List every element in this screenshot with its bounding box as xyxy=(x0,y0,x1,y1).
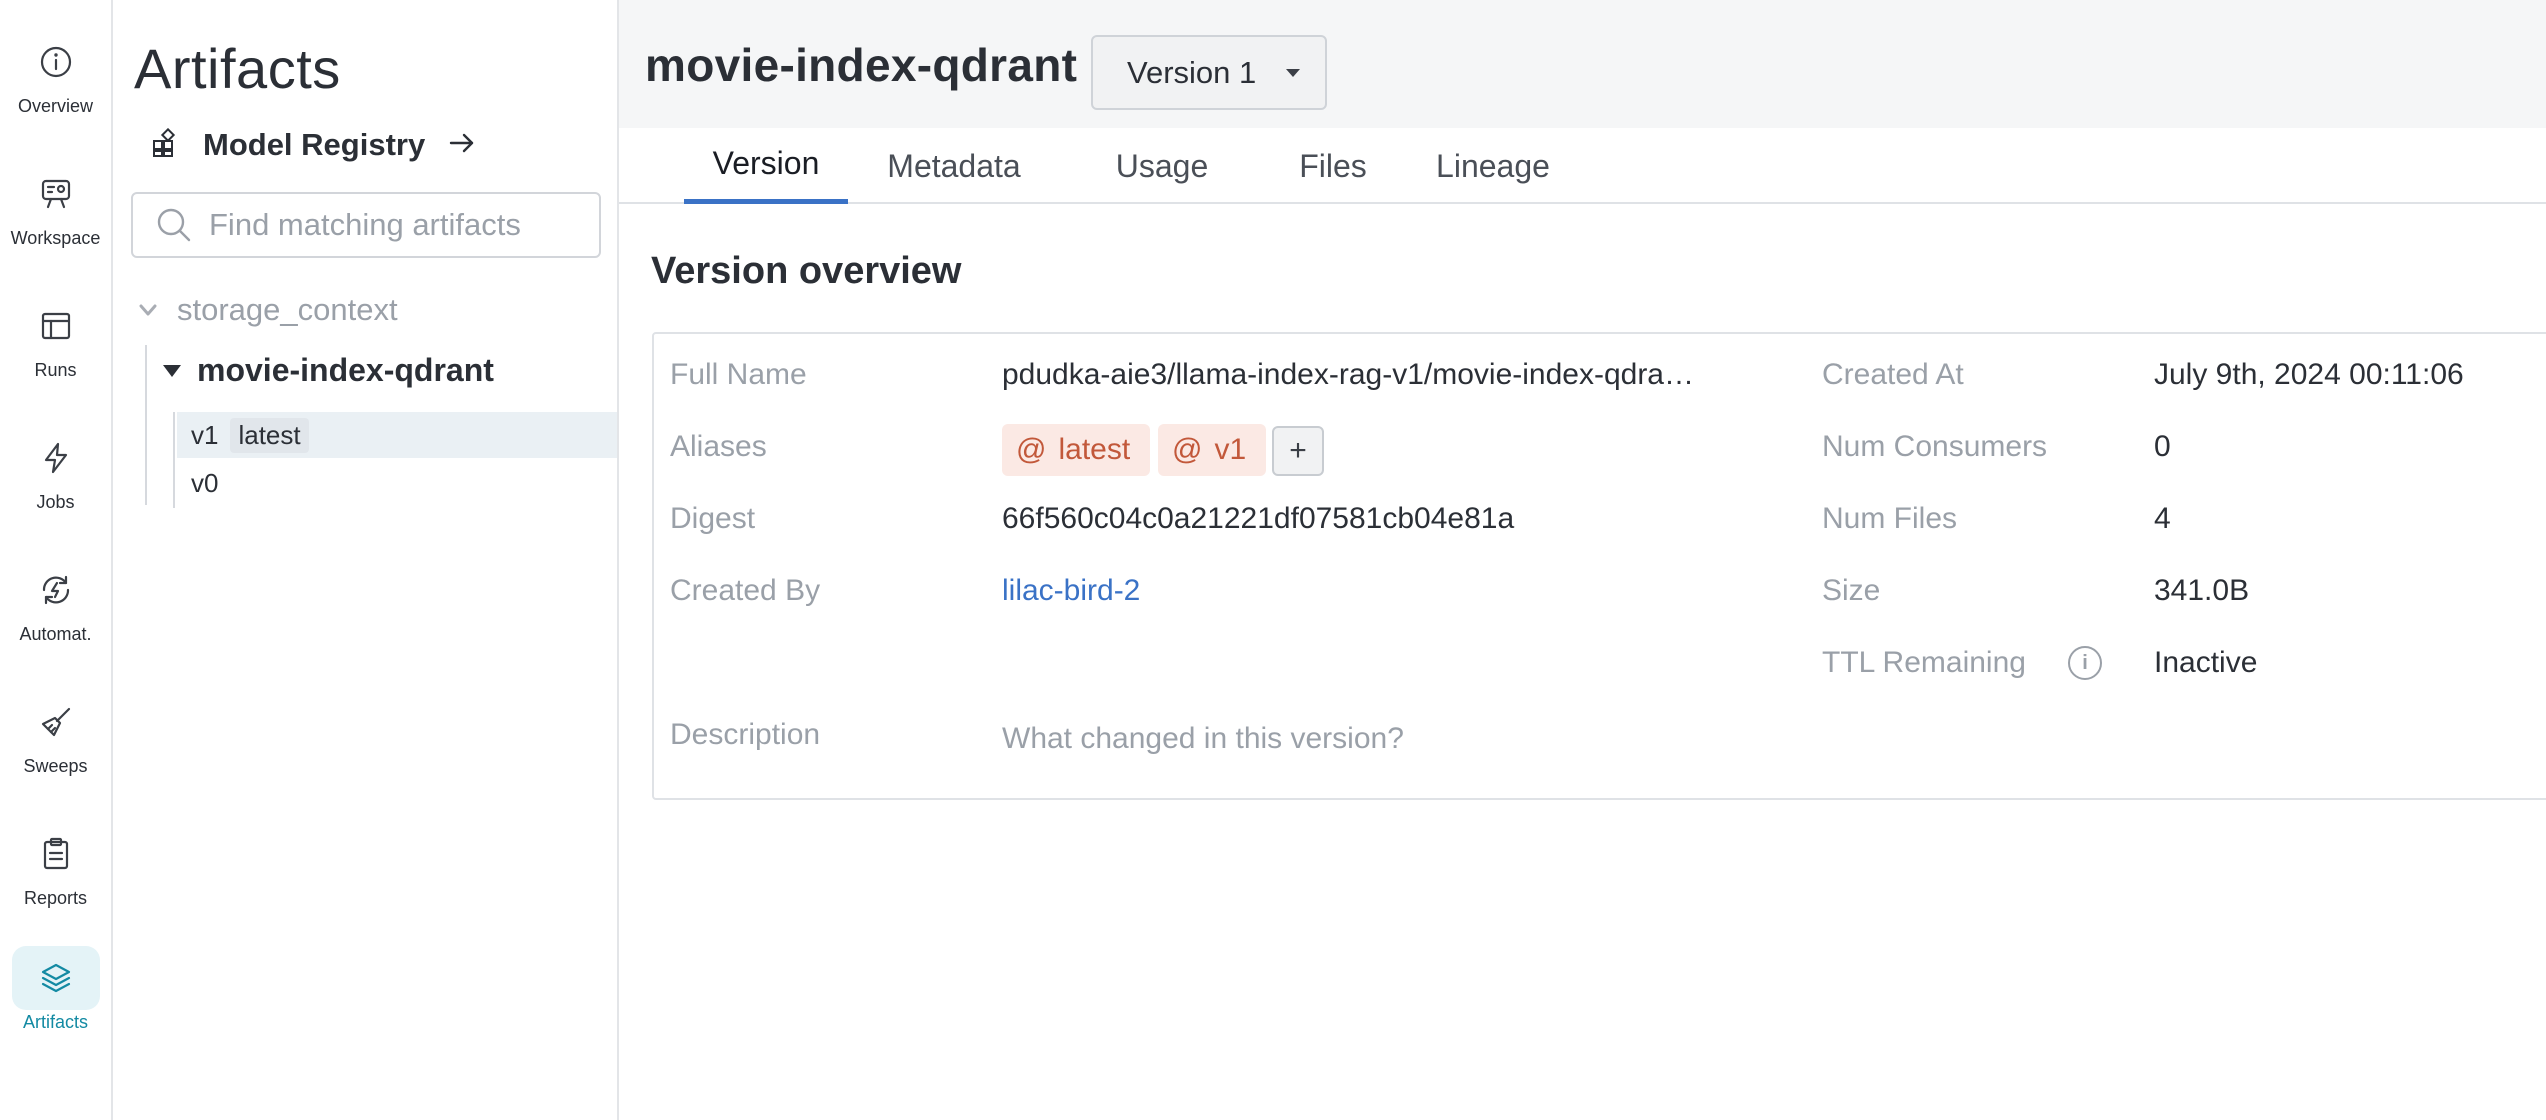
caret-down-icon xyxy=(1286,68,1301,77)
tree-type-label: storage_context xyxy=(177,292,398,327)
nav-label: Reports xyxy=(23,888,88,908)
layers-icon xyxy=(11,946,100,1010)
created-at-label: Created At xyxy=(1822,358,1964,391)
nav-item-runs[interactable]: Runs xyxy=(0,294,111,404)
tree-guide-line xyxy=(145,345,147,505)
caret-down-icon xyxy=(163,364,181,377)
search-icon xyxy=(157,208,191,242)
alias-text: v1 xyxy=(1214,433,1247,466)
clipboard-icon xyxy=(12,822,100,886)
size-value: 341.0B xyxy=(2154,574,2250,607)
nav-label: Jobs xyxy=(36,492,75,512)
nav-label: Runs xyxy=(34,360,77,380)
model-registry-label: Model Registry xyxy=(203,127,426,162)
ttl-value: Inactive xyxy=(2154,646,2258,679)
tab-usage[interactable]: Usage xyxy=(1097,128,1227,204)
tree-version-v0[interactable]: v0 xyxy=(177,460,617,506)
description-input[interactable]: What changed in this version? xyxy=(1002,722,1404,756)
tree-collection-label: movie-index-qdrant xyxy=(197,352,494,388)
full-name-value: pdudka-aie3/llama-index-rag-v1/movie-ind… xyxy=(1002,358,1694,391)
nav-item-automations[interactable]: Automat. xyxy=(0,558,111,668)
broom-icon xyxy=(12,690,100,754)
nav-item-jobs[interactable]: Jobs xyxy=(0,426,111,536)
info-icon[interactable]: i xyxy=(2068,646,2102,680)
nav-item-sweeps[interactable]: Sweeps xyxy=(0,690,111,800)
model-registry-link[interactable]: Model Registry xyxy=(151,120,477,170)
created-at-value: July 9th, 2024 00:11:06 xyxy=(2154,358,2464,391)
nav-item-overview[interactable]: Overview xyxy=(0,30,111,140)
table-icon xyxy=(12,294,100,358)
alias-chip-v1[interactable]: @ v1 xyxy=(1158,424,1267,476)
nav-label: Workspace xyxy=(10,228,101,248)
tree-collection-movie-index-qdrant[interactable]: movie-index-qdrant xyxy=(161,352,494,389)
alias-text: latest xyxy=(1058,433,1131,466)
size-label: Size xyxy=(1822,574,1881,607)
digest-label: Digest xyxy=(670,502,756,535)
num-files-label: Num Files xyxy=(1822,502,1958,535)
info-icon xyxy=(12,30,100,94)
main-content: movie-index-qdrant Version 1 Version Met… xyxy=(619,0,2546,1120)
tab-files[interactable]: Files xyxy=(1278,128,1388,204)
version-select-value: Version 1 xyxy=(1127,54,1257,90)
version-alias-tag: latest xyxy=(230,417,309,453)
aliases-label: Aliases xyxy=(670,430,767,463)
nav-label: Automat. xyxy=(19,624,92,644)
nav-item-workspace[interactable]: Workspace xyxy=(0,162,111,272)
version-label: v0 xyxy=(191,467,219,498)
nav-rail: Overview Workspace Runs Jobs Automat. Sw… xyxy=(0,0,113,1120)
description-label: Description xyxy=(670,718,821,751)
artifact-search-box[interactable] xyxy=(131,192,601,258)
nav-label: Sweeps xyxy=(23,756,88,776)
nav-item-artifacts[interactable]: Artifacts xyxy=(0,946,111,1056)
artifact-header: movie-index-qdrant Version 1 xyxy=(619,0,2546,128)
artifact-name: movie-index-qdrant xyxy=(645,39,1078,91)
tree-guide-line xyxy=(173,412,175,508)
sidebar-title: Artifacts xyxy=(134,37,341,100)
section-title: Version overview xyxy=(651,250,962,292)
created-by-link[interactable]: lilac-bird-2 xyxy=(1002,574,1140,608)
version-select[interactable]: Version 1 xyxy=(1091,35,1327,110)
lightning-icon xyxy=(12,426,100,490)
digest-value: 66f560c04c0a21221df07581cb04e81a xyxy=(1002,502,1515,535)
chevron-down-icon xyxy=(139,304,157,316)
tab-version[interactable]: Version xyxy=(684,128,848,204)
nav-label: Overview xyxy=(17,96,93,116)
tree-type-storage-context[interactable]: storage_context xyxy=(137,292,398,328)
num-consumers-value: 0 xyxy=(2154,430,2171,463)
workspace-icon xyxy=(12,162,100,226)
nav-item-reports[interactable]: Reports xyxy=(0,822,111,932)
ttl-label: TTL Remaining xyxy=(1822,646,2026,679)
alias-chip-latest[interactable]: @ latest xyxy=(1002,424,1151,476)
version-overview-card: Full Name pdudka-aie3/llama-index-rag-v1… xyxy=(652,332,2546,800)
tab-metadata[interactable]: Metadata xyxy=(880,128,1028,204)
tab-bar: Version Metadata Usage Files Lineage xyxy=(619,128,2546,204)
arrow-right-icon xyxy=(447,128,477,163)
full-name-label: Full Name xyxy=(670,358,807,391)
artifact-search-input[interactable] xyxy=(209,207,589,243)
automation-icon xyxy=(12,558,100,622)
registry-icon xyxy=(151,127,181,163)
add-alias-button[interactable]: + xyxy=(1272,426,1324,476)
created-by-label: Created By xyxy=(670,574,821,607)
num-consumers-label: Num Consumers xyxy=(1822,430,2048,463)
nav-label: Artifacts xyxy=(22,1012,88,1032)
artifacts-sidebar: Artifacts Model Registry storage_context… xyxy=(113,0,619,1120)
version-label: v1 xyxy=(191,419,219,450)
tab-lineage[interactable]: Lineage xyxy=(1423,128,1563,204)
num-files-value: 4 xyxy=(2154,502,2171,535)
tree-version-v1[interactable]: v1 latest xyxy=(177,412,617,458)
